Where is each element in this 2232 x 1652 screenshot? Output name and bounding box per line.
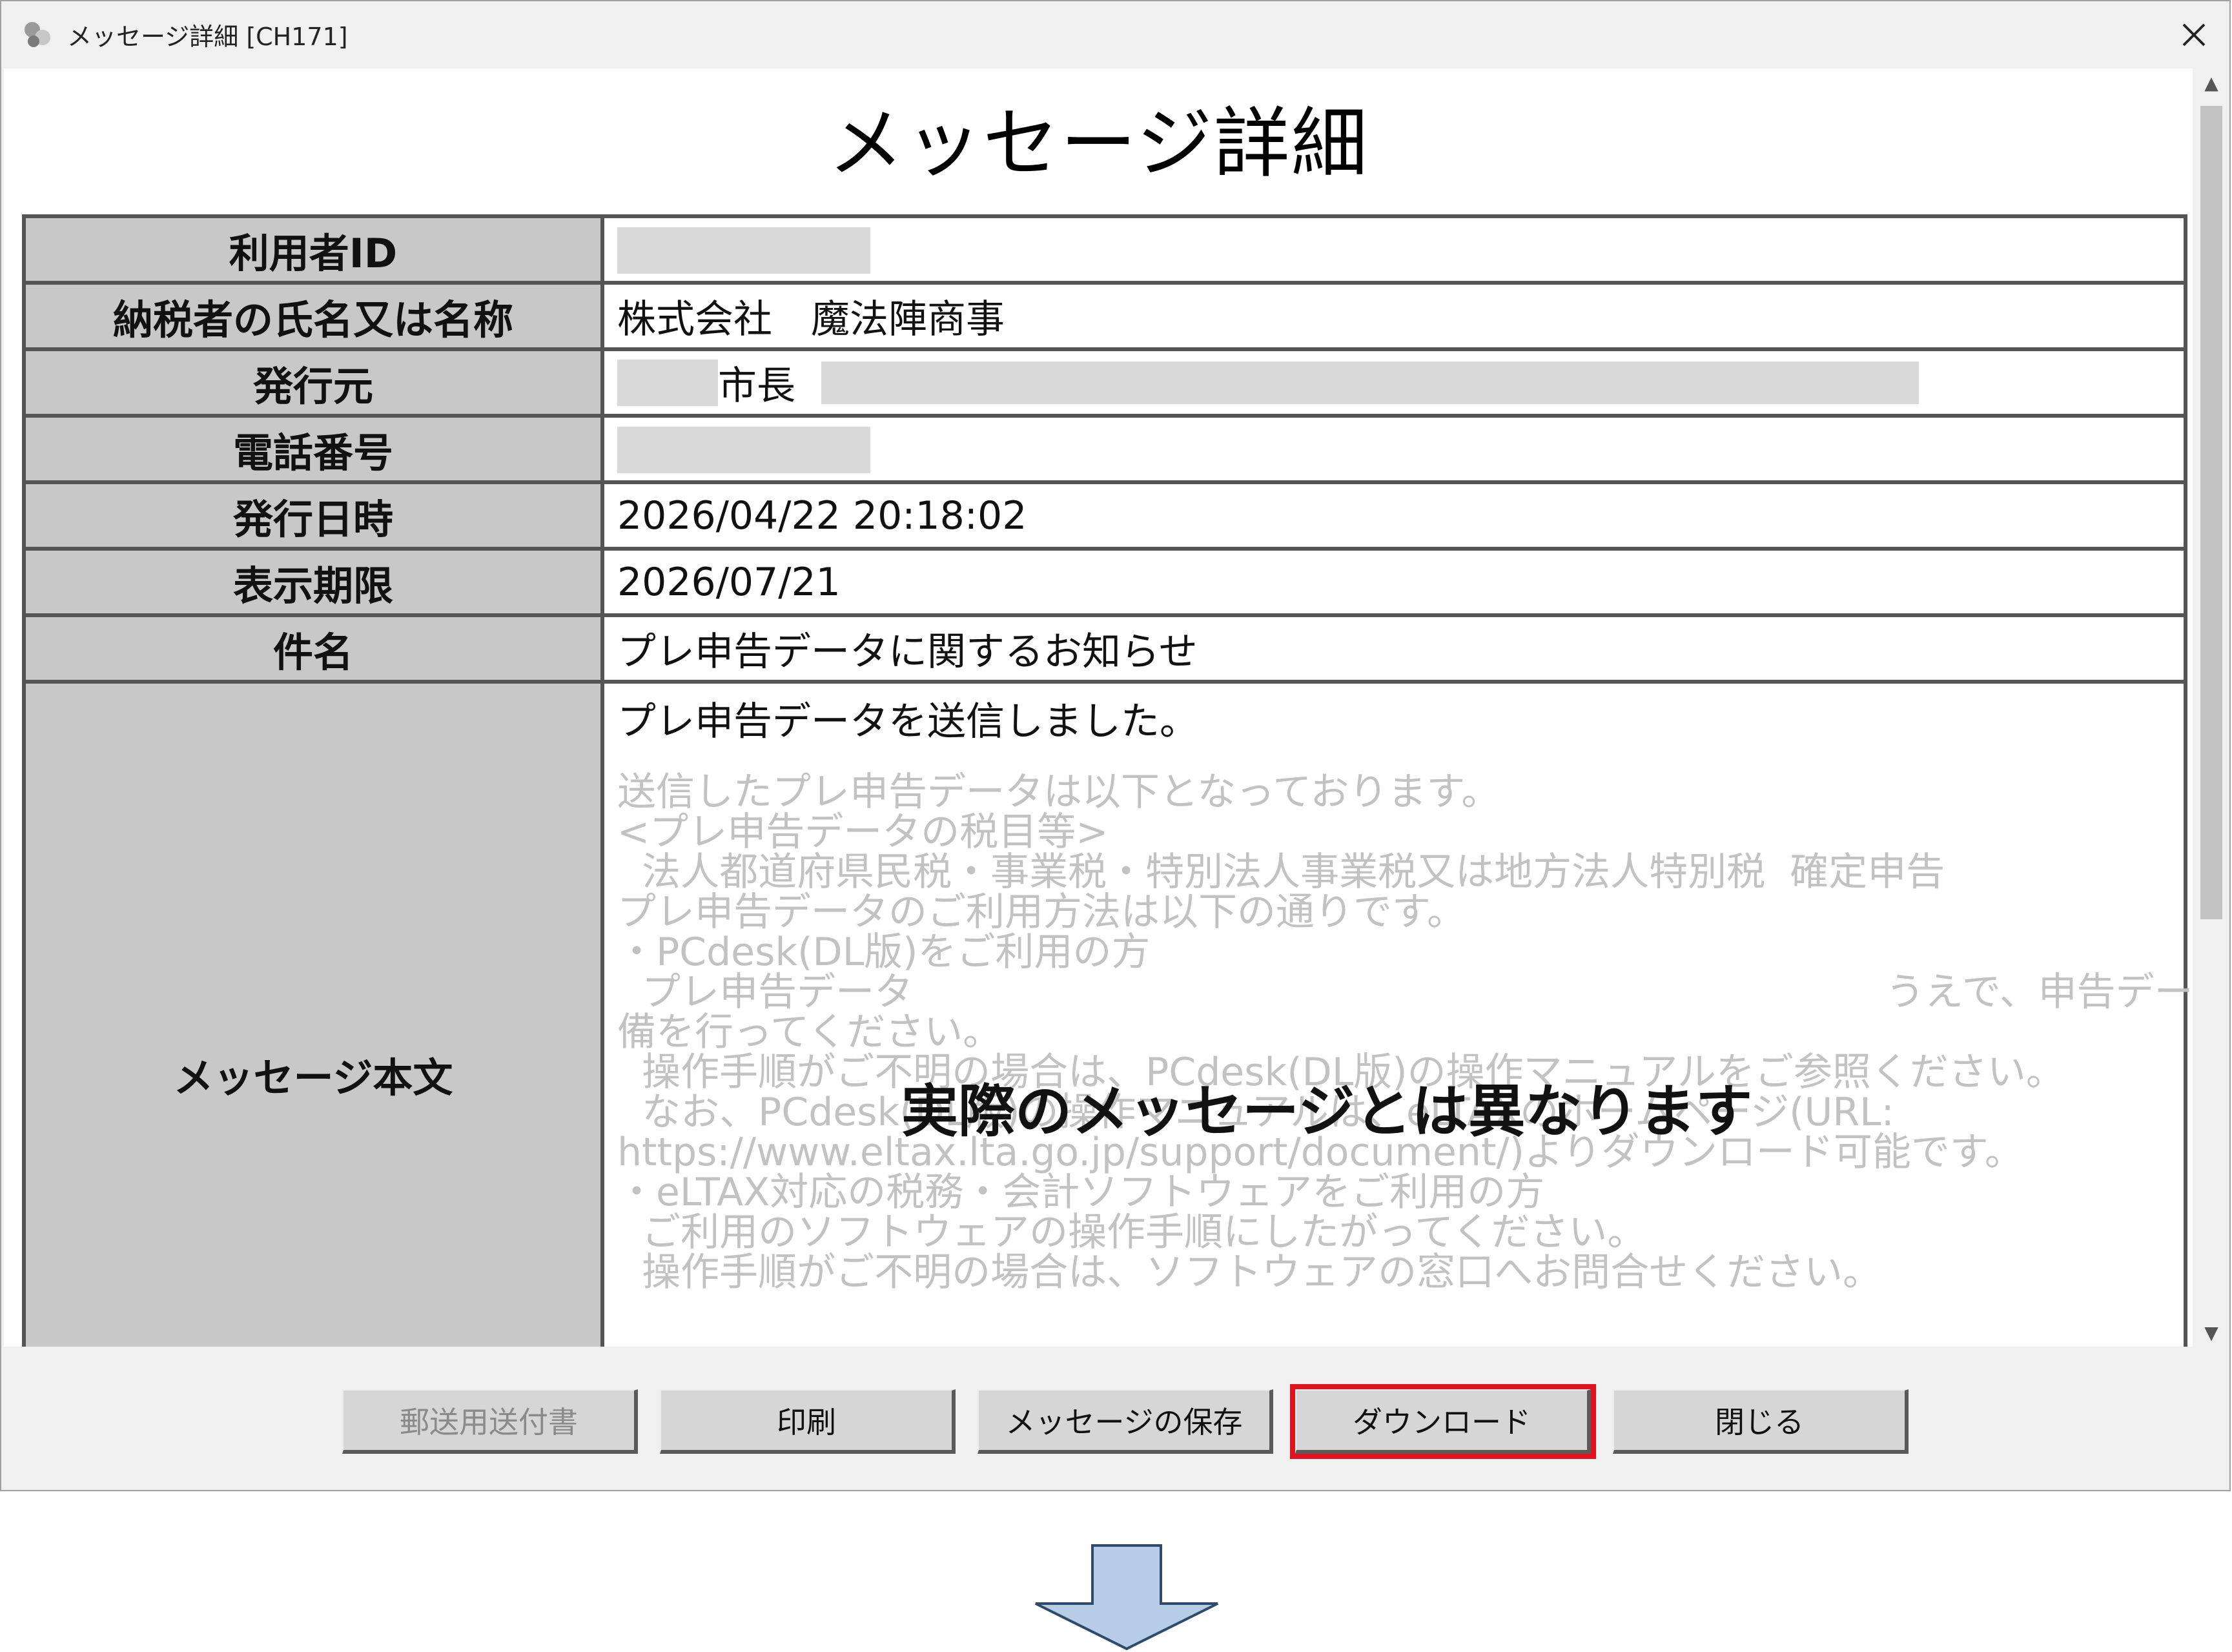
user-id-value — [600, 214, 2187, 285]
mail-cover-letter-button[interactable]: 郵送用送付書 — [342, 1389, 638, 1454]
issuer-label: 発行元 — [22, 347, 604, 418]
window-close-button[interactable] — [2158, 1, 2229, 68]
taxpayer-label: 納税者の氏名又は名称 — [22, 281, 604, 351]
window-title: メッセージ詳細 [CH171] — [67, 23, 348, 51]
subject-value: プレ申告データに関するお知らせ — [600, 613, 2187, 684]
message-detail-table: 利用者ID 納税者の氏名又は名称 株式会社 魔法陣商事 発行元 市長 電話番号 — [22, 214, 2193, 1347]
subject-row: 件名 プレ申告データに関するお知らせ — [22, 613, 2187, 684]
display-deadline-row: 表示期限 2026/07/21 — [22, 547, 2187, 617]
vertical-scrollbar[interactable]: ▲ ▼ — [2196, 68, 2226, 1347]
taxpayer-row: 納税者の氏名又は名称 株式会社 魔法陣商事 — [22, 281, 2187, 351]
message-line: 送信したプレ申告データは以下となっております。 — [617, 770, 1500, 815]
message-line: 備を行ってください。 — [617, 1010, 1002, 1055]
message-line: ・PCdesk(DL版)をご利用の方 — [617, 930, 1151, 975]
down-arrow-icon — [1035, 1544, 1218, 1651]
message-line: 操作手順がご不明の場合は、ソフトウェアの窓口へお問合せください。 — [617, 1250, 1882, 1295]
message-line: 法人都道府県民税・事業税・特別法人事業税又は地方法人特別税 確定申告 — [617, 850, 1945, 895]
scroll-thumb[interactable] — [2200, 106, 2222, 919]
subject-label: 件名 — [22, 613, 604, 684]
message-body-row: メッセージ本文 プレ申告データを送信しました。 送信したプレ申告データは以下とな… — [22, 680, 2193, 1347]
download-button[interactable]: ダウンロード — [1290, 1384, 1596, 1459]
redacted-city-name — [617, 359, 718, 406]
phone-row: 電話番号 — [22, 414, 2187, 484]
display-deadline-label: 表示期限 — [22, 547, 604, 617]
message-line: プレ申告データのご利用方法は以下の通りです。 — [617, 890, 1466, 935]
message-body[interactable]: プレ申告データを送信しました。 送信したプレ申告データは以下となっております。 … — [600, 680, 2193, 1347]
message-body-first-line: プレ申告データを送信しました。 — [617, 699, 1198, 744]
scroll-up-arrow-icon[interactable]: ▲ — [2196, 68, 2226, 97]
phone-label: 電話番号 — [22, 414, 604, 484]
message-detail-window: メッセージ詳細 [CH171] メッセージ詳細 利用者ID 納税者の氏名又は名称… — [0, 0, 2231, 1491]
display-deadline-value: 2026/07/21 — [600, 547, 2187, 617]
message-content-area: メッセージ詳細 利用者ID 納税者の氏名又は名称 株式会社 魔法陣商事 発行元 … — [4, 68, 2193, 1347]
save-message-button[interactable]: メッセージの保存 — [978, 1389, 1273, 1454]
message-line: <プレ申告データの税目等> — [617, 810, 1109, 855]
app-icon — [25, 22, 50, 47]
scroll-down-arrow-icon[interactable]: ▼ — [2196, 1318, 2226, 1347]
redacted-phone — [617, 426, 870, 473]
message-body-label: メッセージ本文 — [22, 680, 604, 1347]
user-id-row: 利用者ID — [22, 214, 2187, 285]
issued-at-value: 2026/04/22 20:18:02 — [600, 480, 2187, 551]
message-line: ご利用のソフトウェアの操作手順にしたがってください。 — [617, 1210, 1646, 1255]
issuer-value-cell: 市長 — [600, 347, 2187, 418]
message-line: ・eLTAX対応の税務・会計ソフトウェアをご利用の方 — [617, 1170, 1545, 1215]
sample-notice-overlay: 実際のメッセージとは異なります — [901, 1078, 1753, 1145]
title-bar: メッセージ詳細 [CH171] — [1, 1, 2229, 68]
close-button[interactable]: 閉じる — [1613, 1389, 1909, 1454]
issuer-value: 市長 — [718, 363, 795, 409]
message-body-lines: 送信したプレ申告データは以下となっております。 <プレ申告データの税目等> 法人… — [617, 770, 2193, 1295]
issued-at-label: 発行日時 — [22, 480, 604, 551]
redacted-user-id — [617, 227, 870, 274]
print-button[interactable]: 印刷 — [660, 1389, 956, 1454]
issued-at-row: 発行日時 2026/04/22 20:18:02 — [22, 480, 2187, 551]
phone-value — [600, 414, 2187, 484]
user-id-label: 利用者ID — [22, 214, 604, 285]
taxpayer-value: 株式会社 魔法陣商事 — [600, 281, 2187, 351]
redacted-mayor-name — [821, 361, 1919, 404]
message-line: プレ申告データ うえで、申告データの準 — [617, 970, 2193, 1015]
issuer-row: 発行元 市長 — [22, 347, 2187, 418]
page-title: メッセージ詳細 — [828, 99, 1369, 188]
close-icon — [2182, 23, 2206, 46]
